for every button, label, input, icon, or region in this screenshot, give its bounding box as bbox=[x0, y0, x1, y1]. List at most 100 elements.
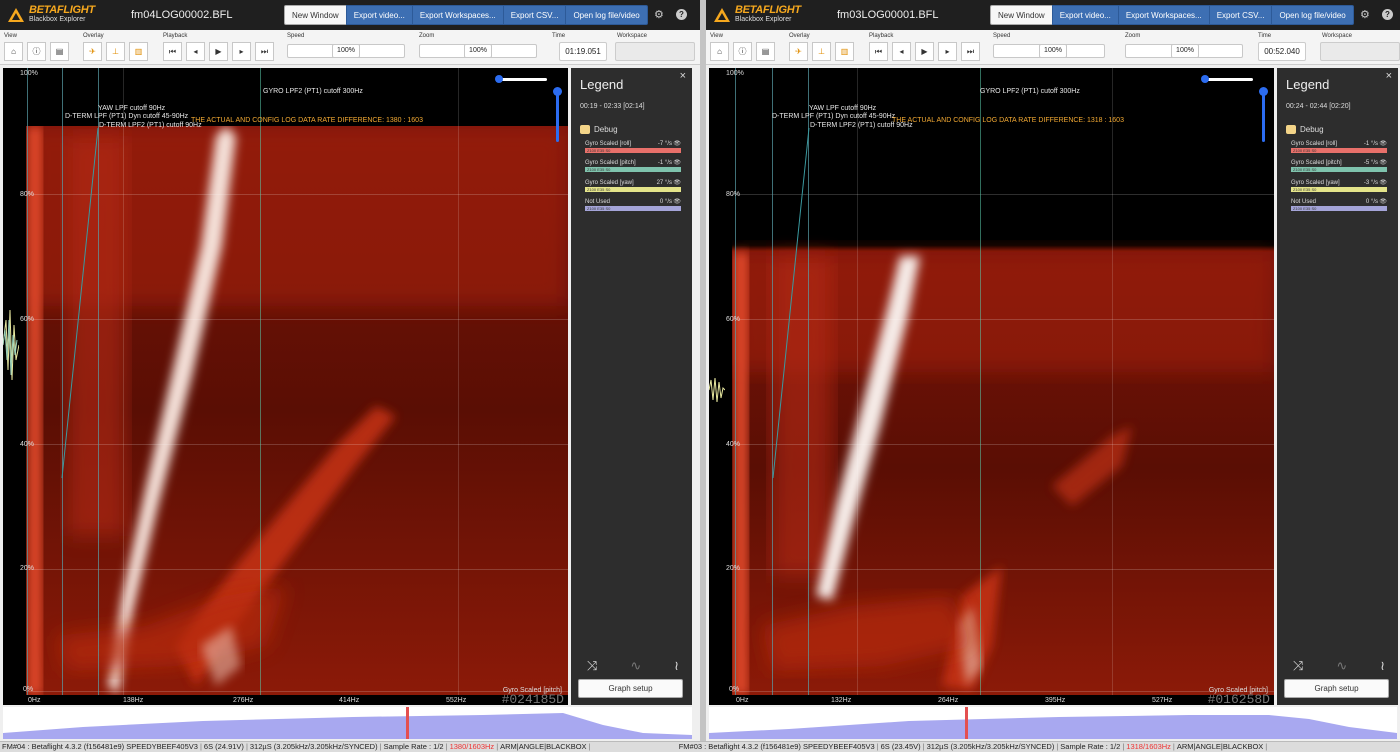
timeline-seekbar[interactable] bbox=[709, 707, 1397, 739]
export-workspaces-button[interactable]: Export Workspaces... bbox=[411, 5, 504, 25]
spectrum-graph[interactable]: 100% 80% 60% 40% 20% 0% 0Hz 132Hz 264Hz … bbox=[709, 68, 1274, 705]
help-icon[interactable]: ? bbox=[1382, 9, 1393, 20]
legend-panel: Legend × 00:24 - 02:44 [02:20] Debug Gyr… bbox=[1277, 68, 1398, 705]
jump-start-icon[interactable]: ⏮ bbox=[163, 42, 182, 61]
slider-knob-v[interactable] bbox=[1259, 87, 1268, 96]
data-rate-warning: THE ACTUAL AND CONFIG LOG DATA RATE DIFF… bbox=[892, 117, 1124, 124]
close-icon[interactable]: × bbox=[1386, 70, 1392, 82]
export-workspaces-button[interactable]: Export Workspaces... bbox=[1117, 5, 1210, 25]
eye-icon[interactable]: 👁 bbox=[1379, 140, 1387, 147]
graph-setup-button[interactable]: Graph setup bbox=[578, 679, 683, 698]
play-icon[interactable]: ▶ bbox=[209, 42, 228, 61]
timeline-seekbar[interactable] bbox=[3, 707, 692, 739]
smooth-toggle-icon[interactable]: ∿ bbox=[630, 658, 641, 674]
sticks-overlay-icon[interactable]: ⊥ bbox=[812, 42, 831, 61]
time-label: Time bbox=[1258, 33, 1272, 39]
zoom-value[interactable]: 100% bbox=[464, 44, 492, 58]
legend-item[interactable]: Not Used 0 °/s 👁 Z100 E35 S0 bbox=[585, 198, 681, 211]
legend-item[interactable]: Not Used 0 °/s 👁 Z100 E35 S0 bbox=[1291, 198, 1387, 211]
slider-knob-v[interactable] bbox=[553, 87, 562, 96]
y-tick: 20% bbox=[726, 565, 741, 572]
graph-setup-button[interactable]: Graph setup bbox=[1284, 679, 1389, 698]
slider-knob-h[interactable] bbox=[495, 75, 503, 83]
eye-icon[interactable]: 👁 bbox=[1379, 159, 1387, 166]
table-icon[interactable]: ▤ bbox=[756, 42, 775, 61]
spectrum-zoom-slider-h[interactable] bbox=[1201, 75, 1253, 83]
speed-value[interactable]: 100% bbox=[1039, 44, 1067, 58]
export-csv-button[interactable]: Export CSV... bbox=[502, 5, 567, 25]
export-csv-button[interactable]: Export CSV... bbox=[1208, 5, 1273, 25]
legend-group[interactable]: Debug bbox=[580, 125, 618, 134]
eye-icon[interactable]: 👁 bbox=[1379, 198, 1387, 205]
open-log-file-button[interactable]: Open log file/video bbox=[565, 5, 648, 25]
legend-item[interactable]: Gyro Scaled [yaw] 27 °/s 👁 Z100 E35 S0 bbox=[585, 179, 681, 192]
eye-icon[interactable]: 👁 bbox=[1379, 179, 1387, 186]
speed-value[interactable]: 100% bbox=[332, 44, 360, 58]
jump-end-icon[interactable]: ⏭ bbox=[961, 42, 980, 61]
workspace-selector[interactable] bbox=[1320, 42, 1400, 61]
legend-group[interactable]: Debug bbox=[1286, 125, 1324, 134]
settings-gear-icon[interactable]: ⚙ bbox=[1360, 8, 1370, 21]
zoom-value[interactable]: 100% bbox=[1171, 44, 1199, 58]
close-icon[interactable]: × bbox=[680, 70, 686, 82]
x-tick: 264Hz bbox=[938, 697, 959, 704]
eye-icon[interactable]: 👁 bbox=[673, 140, 681, 147]
eye-icon[interactable]: 👁 bbox=[673, 198, 681, 205]
logo-subtitle: Blackbox Explorer bbox=[735, 16, 792, 23]
play-icon[interactable]: ▶ bbox=[915, 42, 934, 61]
analyser-overlay-icon[interactable]: ▥ bbox=[835, 42, 854, 61]
timeline-cursor[interactable] bbox=[406, 707, 409, 739]
spectrum-toggle-icon[interactable]: ⤨ bbox=[1293, 658, 1303, 674]
new-window-button[interactable]: New Window bbox=[284, 5, 347, 25]
analyser-overlay-icon[interactable]: ▥ bbox=[129, 42, 148, 61]
info-icon[interactable]: ⓘ bbox=[733, 42, 752, 61]
settings-gear-icon[interactable]: ⚙ bbox=[654, 8, 664, 21]
betaflight-logo-icon bbox=[6, 6, 26, 24]
jump-start-icon[interactable]: ⏮ bbox=[869, 42, 888, 61]
x-tick: 414Hz bbox=[339, 697, 360, 704]
craft-overlay-icon[interactable]: ✈ bbox=[83, 42, 102, 61]
home-icon[interactable]: ⌂ bbox=[710, 42, 729, 61]
wave-toggle-icon[interactable]: ≀ bbox=[674, 658, 679, 674]
home-icon[interactable]: ⌂ bbox=[4, 42, 23, 61]
legend-item[interactable]: Gyro Scaled [pitch] -1 °/s 👁 Z100 E35 S0 bbox=[585, 159, 681, 172]
workspace-selector[interactable] bbox=[615, 42, 695, 61]
timeline-cursor[interactable] bbox=[965, 707, 968, 739]
wave-toggle-icon[interactable]: ≀ bbox=[1380, 658, 1385, 674]
sticks-overlay-icon[interactable]: ⊥ bbox=[106, 42, 125, 61]
info-icon[interactable]: ⓘ bbox=[27, 42, 46, 61]
table-icon[interactable]: ▤ bbox=[50, 42, 69, 61]
x-tick: 276Hz bbox=[233, 697, 254, 704]
eye-icon[interactable]: 👁 bbox=[673, 179, 681, 186]
slider-knob-h[interactable] bbox=[1201, 75, 1209, 83]
graph-watermark: #024185D bbox=[501, 692, 564, 705]
spectrum-zoom-slider-v[interactable] bbox=[553, 87, 562, 142]
jump-end-icon[interactable]: ⏭ bbox=[255, 42, 274, 61]
status-mode-left: ARM|ANGLE|BLACKBOX bbox=[500, 742, 587, 751]
spectrum-toggle-icon[interactable]: ⤨ bbox=[587, 658, 597, 674]
legend-item[interactable]: Gyro Scaled [roll] -7 °/s 👁 Z100 E35 S0 bbox=[585, 140, 681, 153]
legend-item[interactable]: Gyro Scaled [yaw] -3 °/s 👁 Z100 E35 S0 bbox=[1291, 179, 1387, 192]
spectrum-zoom-slider-v[interactable] bbox=[1259, 87, 1268, 142]
spectrum-zoom-slider-h[interactable] bbox=[495, 75, 547, 83]
step-forward-icon[interactable]: ▸ bbox=[938, 42, 957, 61]
legend-item[interactable]: Gyro Scaled [roll] -1 °/s 👁 Z100 E35 S0 bbox=[1291, 140, 1387, 153]
craft-overlay-icon[interactable]: ✈ bbox=[789, 42, 808, 61]
new-window-button[interactable]: New Window bbox=[990, 5, 1053, 25]
playback-label: Playback bbox=[163, 33, 188, 39]
help-icon[interactable]: ? bbox=[676, 9, 687, 20]
step-back-icon[interactable]: ◂ bbox=[186, 42, 205, 61]
step-forward-icon[interactable]: ▸ bbox=[232, 42, 251, 61]
export-video-button[interactable]: Export video... bbox=[345, 5, 413, 25]
x-tick: 132Hz bbox=[831, 697, 852, 704]
gyro-trace-right bbox=[709, 370, 726, 410]
export-video-button[interactable]: Export video... bbox=[1051, 5, 1119, 25]
time-input[interactable]: 00:52.040 bbox=[1258, 42, 1306, 61]
step-back-icon[interactable]: ◂ bbox=[892, 42, 911, 61]
smooth-toggle-icon[interactable]: ∿ bbox=[1336, 658, 1347, 674]
spectrum-graph[interactable]: 100% 80% 60% 40% 20% 0% 0Hz 138Hz 276Hz … bbox=[3, 68, 568, 705]
time-input[interactable]: 01:19.051 bbox=[559, 42, 607, 61]
legend-item[interactable]: Gyro Scaled [pitch] -5 °/s 👁 Z100 E35 S0 bbox=[1291, 159, 1387, 172]
open-log-file-button[interactable]: Open log file/video bbox=[1271, 5, 1354, 25]
eye-icon[interactable]: 👁 bbox=[673, 159, 681, 166]
